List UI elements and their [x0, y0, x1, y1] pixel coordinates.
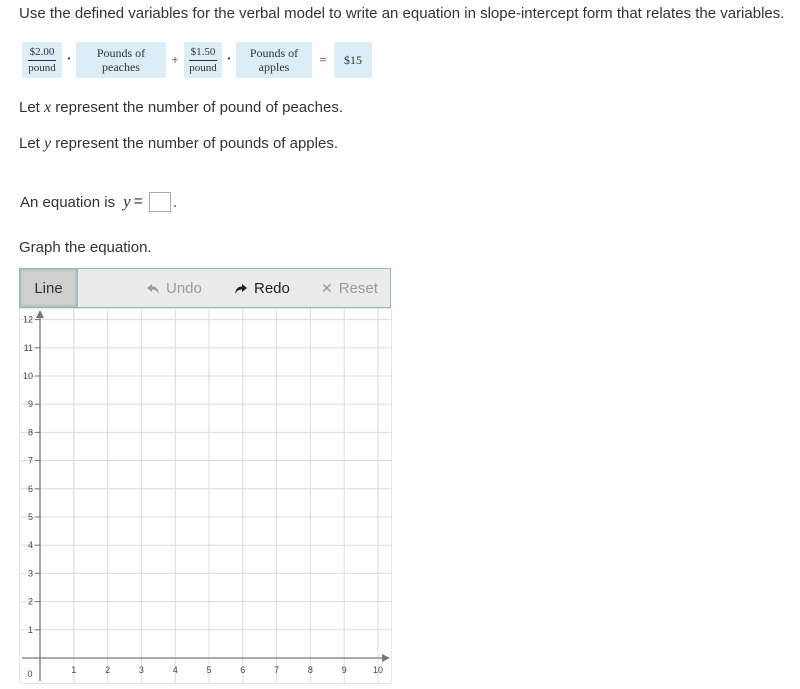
- coordinate-grid[interactable]: 1 2 3 4 5 6 7 8 9 101234567891011120: [19, 308, 392, 684]
- equation-label: An equation is: [20, 193, 116, 211]
- x-tick-label: 5: [206, 665, 211, 675]
- apples-label-line2: apples: [258, 60, 290, 74]
- equals-sign: =: [319, 52, 327, 67]
- plus-sign: +: [171, 52, 179, 67]
- apples-label-line1: Pounds of: [249, 46, 299, 60]
- x-icon: ✕: [321, 280, 333, 296]
- y-tick-label: 7: [28, 456, 33, 466]
- verbal-model: $2.00 pound · Pounds of peaches + $1.50 …: [22, 42, 372, 78]
- undo-arrow-icon: [147, 283, 159, 294]
- y-tick-label: 3: [28, 568, 33, 578]
- line-tool-button[interactable]: Line: [20, 269, 78, 307]
- x-tick-label: 9: [342, 665, 347, 675]
- y-tick-label: 2: [28, 597, 33, 607]
- x-tick-label: 8: [308, 665, 313, 675]
- y-tick-label: 1: [28, 625, 33, 635]
- apple-rate-box: $1.50 pound: [184, 42, 222, 78]
- y-tick-label: 9: [28, 399, 33, 409]
- equation-period: .: [172, 193, 178, 211]
- y-tick-label: 12: [23, 315, 33, 325]
- x-tick-label: 1: [71, 665, 76, 675]
- undo-button[interactable]: Undo: [146, 280, 202, 297]
- peach-rate-numerator: $2.00: [27, 46, 57, 61]
- y-tick-label: 10: [23, 371, 33, 381]
- peach-rate-box: $2.00 pound: [22, 42, 62, 78]
- equation-equals: =: [133, 193, 143, 210]
- origin-label: 0: [27, 669, 32, 679]
- y-tick-label: 8: [28, 427, 33, 437]
- x-tick-label: 10: [373, 665, 383, 675]
- x-tick-label: 4: [173, 665, 178, 675]
- question-prompt: Use the defined variables for the verbal…: [19, 5, 785, 22]
- peach-rate-denominator: pound: [28, 61, 56, 74]
- peaches-variable-box: Pounds of peaches: [76, 42, 166, 78]
- apples-variable-box: Pounds of apples: [236, 42, 312, 78]
- reset-label: Reset: [338, 280, 378, 297]
- y-tick-label: 4: [28, 540, 33, 550]
- peaches-label-line2: peaches: [102, 60, 140, 74]
- y-tick-label: 6: [28, 484, 33, 494]
- equation-row: An equation is y = .: [20, 192, 177, 212]
- x-tick-label: 7: [274, 665, 279, 675]
- graph-toolbar: Line Undo Redo ✕ Reset: [19, 268, 391, 308]
- redo-arrow-icon: [235, 283, 247, 294]
- x-definition: Let x represent the number of pound of p…: [19, 99, 344, 116]
- x-tick-label: 2: [105, 665, 110, 675]
- y-tick-label: 5: [28, 512, 33, 522]
- apple-rate-denominator: pound: [189, 61, 217, 74]
- apple-rate-numerator: $1.50: [188, 46, 218, 61]
- apple-rate-fraction: $1.50 pound: [188, 46, 218, 75]
- reset-button[interactable]: ✕ Reset: [321, 280, 378, 297]
- redo-button[interactable]: Redo: [234, 280, 290, 297]
- peaches-label-line1: Pounds of: [96, 46, 146, 60]
- multiply-dot: ·: [66, 52, 72, 67]
- undo-label: Undo: [166, 280, 202, 297]
- total-box: $15: [334, 42, 372, 78]
- y-definition: Let y represent the number of pounds of …: [19, 135, 338, 152]
- equation-variable: y: [123, 192, 131, 211]
- graph-prompt: Graph the equation.: [19, 239, 152, 256]
- equation-answer-input[interactable]: [148, 192, 171, 212]
- x-tick-label: 3: [139, 665, 144, 675]
- multiply-dot: ·: [226, 52, 232, 67]
- y-tick-label: 11: [24, 343, 33, 353]
- x-tick-label: 6: [240, 665, 245, 675]
- redo-label: Redo: [254, 280, 290, 297]
- graph-background: [19, 308, 392, 684]
- peach-rate-fraction: $2.00 pound: [27, 46, 57, 75]
